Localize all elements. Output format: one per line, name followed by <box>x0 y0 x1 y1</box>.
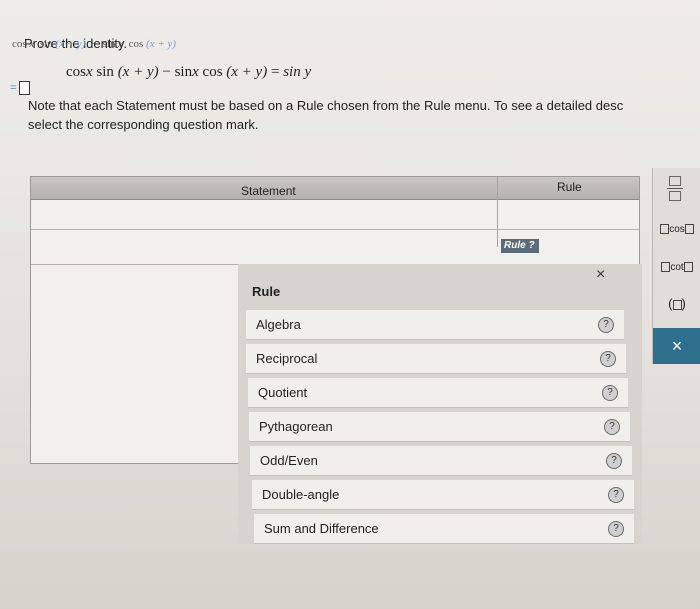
rule-header: Rule <box>557 180 582 194</box>
cot-tool[interactable]: cot <box>657 262 697 273</box>
rule-menu-close-icon[interactable]: × <box>596 266 605 284</box>
help-question-icon[interactable]: ? <box>608 487 624 503</box>
rule-item-reciprocal[interactable]: Reciprocal ? <box>246 344 626 374</box>
help-question-icon[interactable]: ? <box>604 419 620 435</box>
statement-header: Statement <box>241 184 296 198</box>
note-line-1: Note that each Statement must be based o… <box>28 98 624 113</box>
statement-row-1: cos x sin (x + y) − sin x cos (x + y) <box>12 38 177 50</box>
fraction-tool-icon[interactable] <box>667 176 683 201</box>
help-question-icon[interactable]: ? <box>606 453 622 469</box>
answer-input-box[interactable] <box>19 81 31 95</box>
rule-menu-title: Rule <box>252 284 281 299</box>
math-toolbar: cos cot () × <box>652 168 700 364</box>
table-header <box>31 177 639 200</box>
help-question-icon[interactable]: ? <box>608 521 624 537</box>
rule-select-button[interactable]: Rule ? <box>501 239 539 253</box>
rule-menu: × Rule Algebra ? Reciprocal ? Quotient ?… <box>238 264 642 544</box>
help-question-icon[interactable]: ? <box>600 351 616 367</box>
cos-tool[interactable]: cos <box>657 224 697 235</box>
toolbar-close-button[interactable]: × <box>653 328 700 364</box>
help-question-icon[interactable]: ? <box>598 317 614 333</box>
table-row <box>31 230 639 265</box>
statement-row-2: = <box>10 81 31 95</box>
rule-item-double-angle[interactable]: Double-angle ? <box>252 480 634 510</box>
instructions-note: Note that each Statement must be based o… <box>28 96 694 134</box>
rule-item-odd-even[interactable]: Odd/Even ? <box>250 446 632 476</box>
rule-item-quotient[interactable]: Quotient ? <box>248 378 628 408</box>
note-line-2: select the corresponding question mark. <box>28 117 259 132</box>
parentheses-tool[interactable]: () <box>657 296 697 311</box>
rule-item-pythagorean[interactable]: Pythagorean ? <box>249 412 630 442</box>
page: Prove the identity. cosx sin (x + y) − s… <box>0 0 700 609</box>
rule-item-sum-and-difference[interactable]: Sum and Difference ? <box>254 514 634 544</box>
help-question-icon[interactable]: ? <box>602 385 618 401</box>
rule-item-algebra[interactable]: Algebra ? <box>246 310 624 340</box>
identity-expression: cosx sin (x + y) − sinx cos (x + y) = si… <box>66 64 312 80</box>
table-row <box>31 199 639 230</box>
